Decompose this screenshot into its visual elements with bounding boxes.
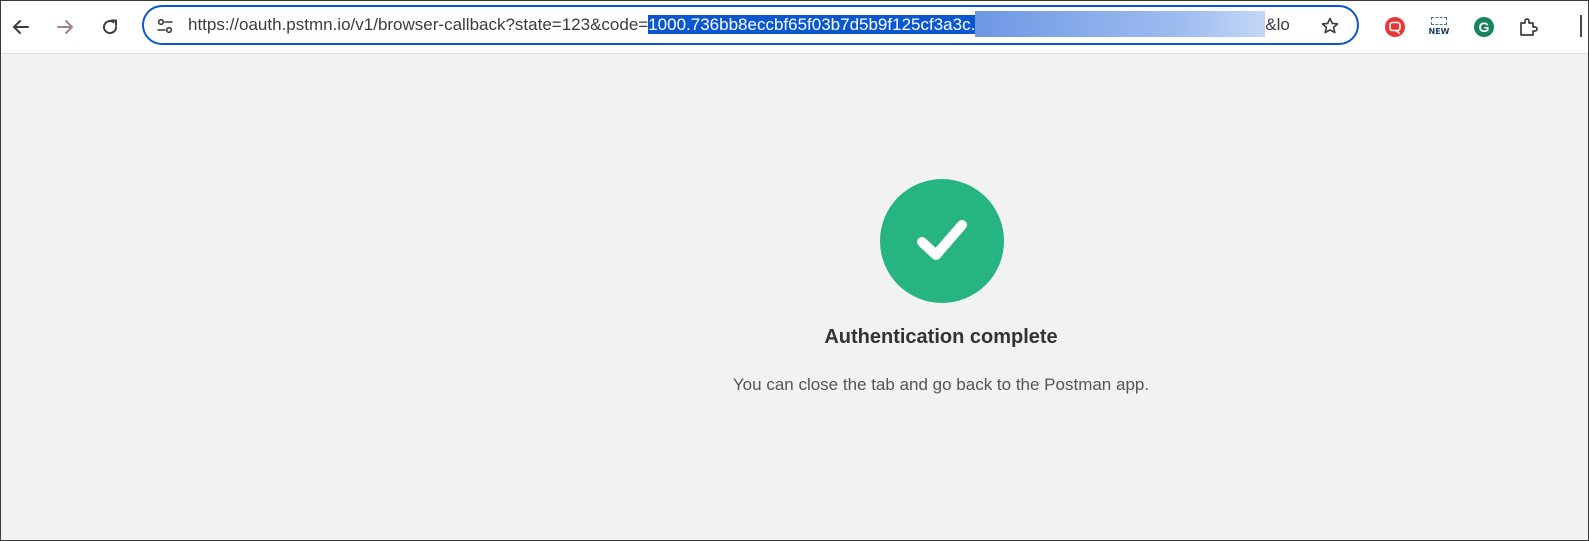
url-text[interactable]: https://oauth.pstmn.io/v1/browser-callba…: [188, 7, 1306, 43]
reload-button[interactable]: [94, 11, 126, 43]
new-badge-extension-button[interactable]: NEW: [1426, 14, 1452, 40]
browser-toolbar: https://oauth.pstmn.io/v1/browser-callba…: [1, 1, 1588, 54]
reload-icon: [103, 19, 118, 35]
arrow-left-icon: [13, 20, 29, 34]
forward-button[interactable]: [49, 11, 81, 43]
red-chat-extension-icon: [1385, 17, 1405, 37]
url-redacted-region: [975, 11, 1266, 37]
checkmark-icon: [917, 220, 967, 260]
grammarly-extension-icon: G: [1474, 17, 1494, 37]
browser-window: https://oauth.pstmn.io/v1/browser-callba…: [0, 0, 1589, 541]
success-badge: [880, 179, 1004, 303]
address-bar[interactable]: https://oauth.pstmn.io/v1/browser-callba…: [142, 5, 1359, 45]
page-content: Authentication complete You can close th…: [1, 54, 1588, 540]
bookmark-button[interactable]: [1317, 13, 1343, 39]
site-info-button[interactable]: [152, 13, 178, 39]
grammarly-extension-button[interactable]: G: [1471, 14, 1497, 40]
grammarly-label: G: [1478, 19, 1490, 35]
back-button[interactable]: [5, 11, 37, 43]
new-badge-extension-icon: NEW: [1428, 16, 1450, 38]
toolbar-edge-divider: [1580, 15, 1582, 37]
extensions-button[interactable]: [1515, 14, 1541, 40]
star-icon: [1321, 17, 1339, 34]
auth-complete-title: Authentication complete: [824, 326, 1058, 348]
arrow-right-icon: [57, 20, 73, 34]
puzzle-icon: [1520, 18, 1538, 36]
red-chat-extension-button[interactable]: [1382, 14, 1408, 40]
tune-icon: [157, 18, 173, 34]
auth-complete-message: You can close the tab and go back to the…: [732, 375, 1150, 394]
url-suffix: &lo: [1265, 15, 1290, 34]
url-prefix: https://oauth.pstmn.io/v1/browser-callba…: [188, 15, 649, 34]
new-badge-label: NEW: [1428, 27, 1450, 36]
url-selected-code: 1000.736bb8eccbf65f03b7d5b9f125cf3a3c.: [648, 15, 976, 34]
